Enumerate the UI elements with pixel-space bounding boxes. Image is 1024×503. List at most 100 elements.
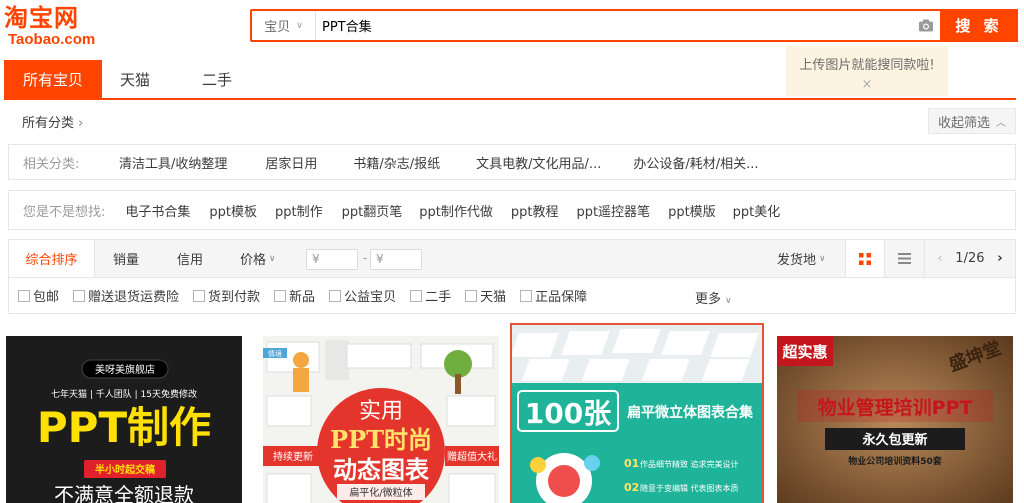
suggested-search-item[interactable]: ppt翻页笔 [342,201,403,220]
product-ribbon-left: 持续更新 [273,450,313,463]
suggested-search-item[interactable]: ppt制作 [275,201,323,220]
checkbox[interactable] [73,289,86,302]
chevron-down-icon: ∨ [296,20,303,31]
sort-price[interactable]: 价格 ∨ [240,240,276,277]
product-line-2: 随意于变编辑 代表图表本质 [640,483,739,493]
product-image: 超实惠 盛坤堂 物业管理培训PPT 永久包更新 物业公司培训资料50套 [777,336,1013,503]
suggested-search-item[interactable]: ppt美化 [733,201,781,220]
pager: ‹ 1/26 › [925,240,1015,277]
product-card-4[interactable]: 超实惠 盛坤堂 物业管理培训PPT 永久包更新 物业公司培训资料50套 [777,336,1013,503]
chevron-right-icon: › [78,115,84,131]
chevron-down-icon: ∨ [819,253,826,264]
suggested-search-item[interactable]: ppt模版 [668,201,716,220]
tab-all-items[interactable]: 所有宝贝 [4,60,102,98]
chevron-down-icon: ∨ [725,296,732,306]
suggested-search-item[interactable]: ppt模板 [209,201,257,220]
product-headline: PPT制作 [37,403,211,452]
next-page-icon[interactable]: › [997,251,1002,266]
product-card-1[interactable]: 美呀美旗舰店 七年天猫 | 千人团队 | 15天免费修改 PPT制作 半小时起交… [6,336,242,503]
ship-from-label: 发货地 [777,253,817,268]
ship-from-select[interactable]: 发货地 ∨ [777,240,826,277]
product-num-1: 01 [624,457,639,470]
related-category-item[interactable]: 居家日用 [265,153,317,172]
product-tagline: 七年天猫 | 千人团队 | 15天免费修改 [51,388,197,400]
product-title: 物业管理培训PPT [818,396,973,419]
taobao-logo[interactable]: 淘宝网 Taobao.com [4,4,114,50]
checkbox[interactable] [193,289,206,302]
related-category-item[interactable]: 文具电教/文化用品/... [476,153,601,172]
product-big-number: 100张 [525,397,611,430]
collapse-filter-label: 收起筛选 [937,115,990,131]
related-category-item[interactable]: 书籍/杂志/报纸 [353,153,440,172]
sort-credit[interactable]: 信用 [177,240,203,277]
filter-label: 天猫 [480,290,507,305]
filter-label: 新品 [289,290,316,305]
filter-label: 包邮 [33,290,60,305]
related-categories: 相关分类: 清洁工具/收纳整理 居家日用 书籍/杂志/报纸 文具电教/文化用品/… [8,144,1016,180]
filter-label: 公益宝贝 [344,290,397,305]
price-min-input[interactable]: ¥ [306,249,358,270]
filter-checkboxes: 包邮 赠送退货运费险 货到付款 新品 公益宝贝 二手 天猫 正品保障 更多 ∨ [8,278,1016,314]
checkbox[interactable] [410,289,423,302]
suggested-search-item[interactable]: 电子书合集 [125,201,190,220]
product-slogan: 不满意全额退款 [54,483,194,503]
filter-second-hand[interactable]: 二手 [410,286,451,305]
chevron-up-icon: ︿ [996,117,1006,129]
filter-cash-on-delivery[interactable]: 货到付款 [193,286,260,305]
search-button[interactable]: 搜 索 [940,9,1018,42]
filter-new[interactable]: 新品 [274,286,315,305]
collapse-filter-button[interactable]: 收起筛选 ︿ [927,108,1016,134]
list-view-icon[interactable] [885,240,925,277]
more-filters-button[interactable]: 更多 ∨ [695,288,732,307]
product-title: 扁平微立体图表合集 [627,404,754,421]
prev-page-icon[interactable]: ‹ [937,251,942,266]
product-image: 100张 扁平微立体图表合集 01 作品细节精致 追求完美设计 02 随意于变编… [512,325,762,503]
product-badge: 超实惠 [781,343,827,361]
filter-genuine[interactable]: 正品保障 [520,286,587,305]
filter-return-insurance[interactable]: 赠送退货运费险 [73,286,179,305]
related-category-item[interactable]: 清洁工具/收纳整理 [119,153,227,172]
all-categories-link[interactable]: 所有分类 › [8,112,83,131]
filter-label: 赠送退货运费险 [88,290,180,305]
related-categories-label: 相关分类: [23,156,80,172]
product-badge: 半小时起交稿 [95,463,155,476]
grid-view-icon[interactable] [845,240,885,277]
filter-label: 二手 [425,290,452,305]
product-card-2[interactable]: 情境 实用 PPT时尚 动态图表 扁平化/微粒体 持续更新 赠超值大礼 [263,336,499,503]
search-category-label: 宝贝 [264,20,291,35]
filter-charity[interactable]: 公益宝贝 [329,286,396,305]
camera-icon[interactable] [912,11,940,40]
sort-default[interactable]: 综合排序 [9,240,95,277]
product-subtitle: 扁平化/微粒体 [349,486,412,499]
product-card-3[interactable]: 100张 扁平微立体图表合集 01 作品细节精致 追求完美设计 02 随意于变编… [510,323,764,503]
chevron-down-icon: ∨ [269,253,276,264]
filter-label: 货到付款 [208,290,261,305]
suggested-search-item[interactable]: ppt制作代做 [419,201,493,220]
product-footer: 物业公司培训资料50套 [848,455,943,467]
product-corner-label: 情境 [268,349,282,358]
page-indicator: 1/26 [955,251,985,266]
checkbox[interactable] [274,289,287,302]
filter-free-shipping[interactable]: 包邮 [18,286,59,305]
sort-sales[interactable]: 销量 [113,240,139,277]
suggested-search-item[interactable]: ppt教程 [511,201,559,220]
tab-second-hand[interactable]: 二手 [170,60,252,98]
checkbox[interactable] [465,289,478,302]
price-max-input[interactable]: ¥ [370,249,422,270]
logo-english: Taobao.com [8,31,96,48]
taobao-search-page: 淘宝网 Taobao.com 宝贝 ∨ 搜 索 上传图片就能搜同款啦! × 所有… [0,0,1024,503]
product-image: 美呀美旗舰店 七年天猫 | 千人团队 | 15天免费修改 PPT制作 半小时起交… [6,336,242,503]
result-tabs: 所有宝贝 天猫 二手 [4,60,1016,100]
checkbox[interactable] [18,289,30,302]
more-filters-label: 更多 [695,292,722,307]
all-categories-label: 所有分类 [22,115,75,131]
tab-tmall[interactable]: 天猫 [102,60,170,98]
suggested-searches-label: 您是不是想找: [23,204,106,220]
suggested-search-item[interactable]: ppt遥控器笔 [576,201,650,220]
search-category-select[interactable]: 宝贝 ∨ [252,11,316,40]
checkbox[interactable] [520,289,533,302]
related-category-item[interactable]: 办公设备/耗材/相关... [633,153,758,172]
checkbox[interactable] [329,289,342,302]
filter-tmall[interactable]: 天猫 [465,286,506,305]
search-input[interactable] [316,11,912,40]
